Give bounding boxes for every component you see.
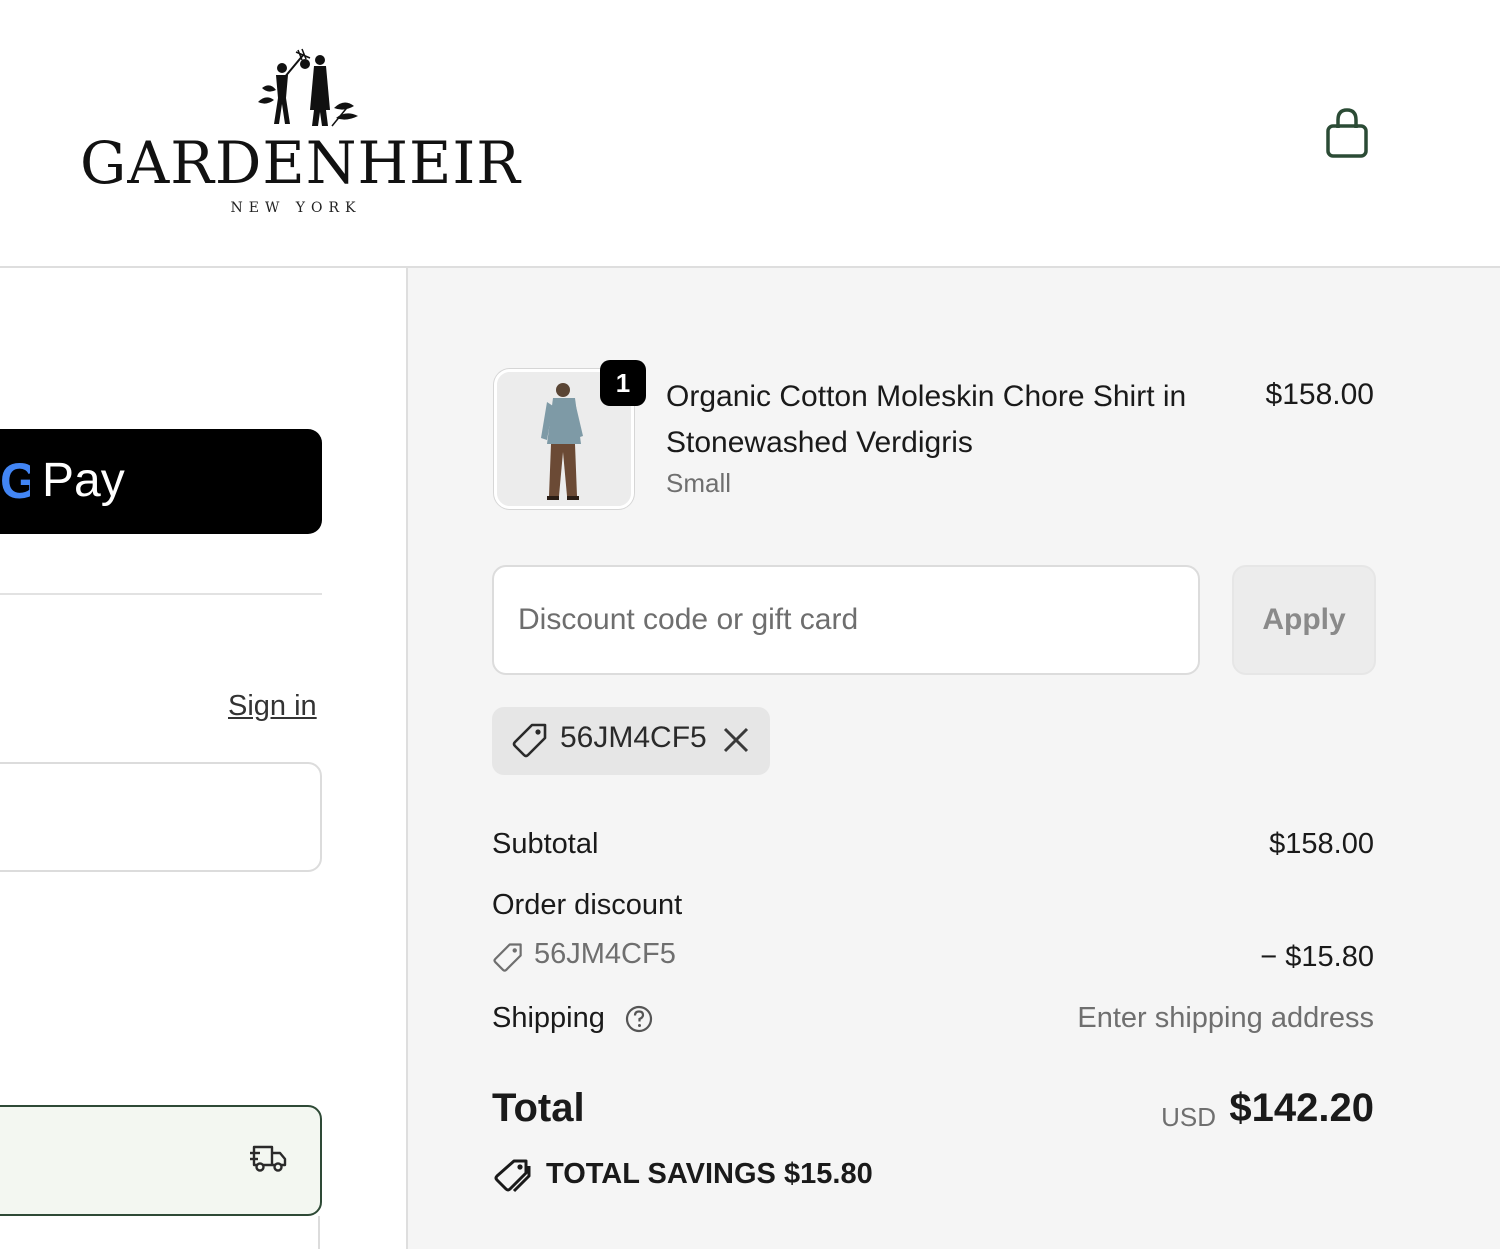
delivery-option-ship[interactable] (0, 1105, 322, 1216)
subtotal-value: $158.00 (1269, 828, 1374, 860)
shipping-label: Shipping (492, 1002, 605, 1034)
gardeners-silhouette-icon (258, 48, 358, 127)
product-variant: Small (666, 468, 732, 498)
shopping-bag-icon (1326, 108, 1368, 158)
brand-wordmark: GARDENHEIR (80, 129, 521, 197)
brand-location: NEW YORK (230, 200, 362, 216)
tag-icon (493, 943, 522, 972)
order-discount-label: Order discount (492, 889, 683, 921)
cart-button[interactable] (1318, 104, 1376, 164)
help-circle-icon[interactable] (624, 1004, 654, 1034)
remove-discount-icon[interactable] (720, 724, 752, 756)
google-g-icon: G (0, 453, 30, 509)
subtotal-label: Subtotal (492, 828, 599, 860)
shipping-value: Enter shipping address (1077, 1002, 1374, 1034)
total-currency: USD (1161, 1102, 1216, 1132)
email-field[interactable] (0, 762, 322, 872)
google-pay-label: Pay (42, 454, 125, 507)
google-pay-button[interactable]: G Pay (0, 429, 322, 534)
total-value: $142.20 (1229, 1086, 1374, 1130)
applied-discount-chip: 56JM4CF5 (492, 707, 770, 775)
order-summary: 1 Organic Cotton Moleskin Chore Shirt in… (406, 268, 1500, 1249)
brand-logo[interactable]: GARDENHEIR NEW YORK (80, 48, 520, 223)
order-discount-code-text: 56JM4CF5 (534, 938, 676, 970)
discount-code-input[interactable] (492, 565, 1200, 675)
delivery-option-border (318, 1216, 320, 1249)
express-divider (0, 593, 322, 595)
applied-discount-code: 56JM4CF5 (560, 721, 707, 754)
total-savings-value: $15.80 (784, 1158, 873, 1190)
sign-in-link[interactable]: Sign in (228, 690, 317, 723)
apply-discount-button[interactable]: Apply (1232, 565, 1376, 675)
quantity-badge: 1 (600, 360, 646, 406)
site-header: GARDENHEIR NEW YORK (0, 0, 1500, 268)
order-discount-value: − $15.80 (1260, 941, 1374, 973)
product-name: Organic Cotton Moleskin Chore Shirt in S… (666, 380, 1187, 459)
total-label: Total (492, 1086, 585, 1130)
tag-icon (512, 723, 547, 758)
product-price: $158.00 (1265, 378, 1374, 411)
total-savings-label: TOTAL SAVINGS (546, 1158, 776, 1190)
checkout-main: G Pay Sign in (0, 270, 406, 1249)
delivery-truck-icon (250, 1145, 287, 1172)
savings-tag-icon (494, 1159, 531, 1193)
